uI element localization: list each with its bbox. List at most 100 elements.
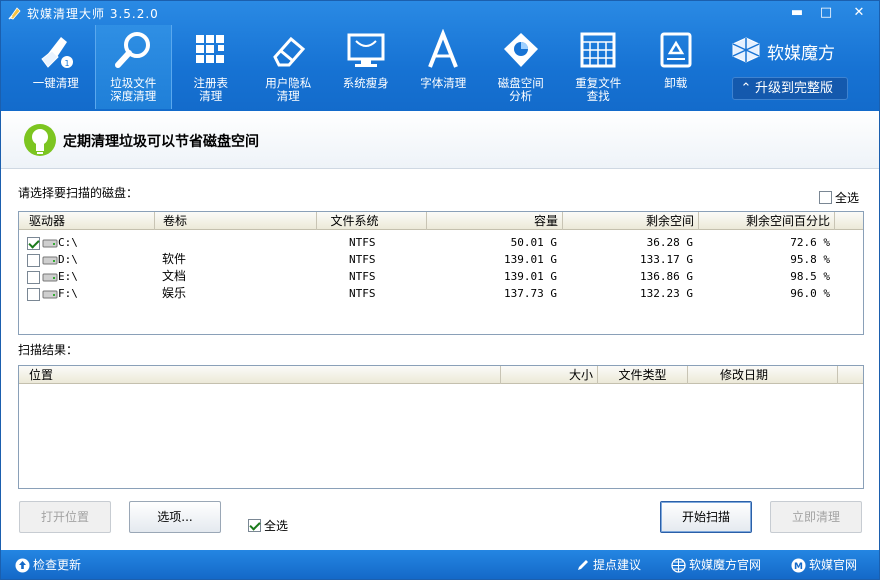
feedback-link[interactable]: 提点建议 [575, 556, 641, 573]
col-location[interactable]: 位置 [19, 366, 501, 384]
tool-label: 用户隐私 清理 [265, 76, 312, 103]
drive-cell: E:\ [58, 270, 78, 283]
open-location-button[interactable]: 打开位置 [19, 501, 111, 533]
volume-cell: 软件 [162, 252, 187, 266]
disk-row[interactable]: E:\ 文档 NTFS 139.01 G 136.86 G 98.5 % [19, 268, 863, 285]
free-cell: 36.28 G [646, 236, 693, 249]
percent-cell: 98.5 % [790, 270, 830, 283]
col-volume[interactable]: 卷标 [155, 212, 317, 230]
disk-checkbox[interactable] [27, 270, 40, 284]
app-logo-icon [8, 7, 21, 20]
eraser-icon [273, 36, 306, 67]
drive-cell: D:\ [58, 253, 78, 266]
double-up-arrow-icon: ⌃ [740, 81, 752, 96]
col-free-percent[interactable]: 剩余空间百分比 [699, 212, 835, 230]
up-arrow-circle-icon [15, 558, 30, 573]
status-bar: 检查更新 提点建议 软媒魔方官网 M 软媒官网 [1, 550, 879, 579]
fs-cell: NTFS [349, 253, 376, 266]
minimize-button[interactable]: ▬ [784, 4, 810, 22]
checkbox-box[interactable] [819, 191, 832, 204]
col-size[interactable]: 大小 [501, 366, 598, 384]
svg-text:M: M [794, 562, 803, 572]
window-title: 软媒清理大师 3.5.2.0 [27, 7, 159, 21]
result-section-label: 扫描结果： [18, 343, 79, 357]
app-window: 软媒清理大师 3.5.2.0 ▬ □ ✕ 1 一键清理 垃圾文件 深度清理 注册… [0, 0, 880, 580]
volume-cell: 娱乐 [162, 286, 187, 300]
check-update-link[interactable]: 检查更新 [15, 556, 81, 573]
lightbulb-icon [24, 124, 56, 156]
tool-label: 注册表 清理 [193, 76, 229, 103]
tool-registry-clean[interactable]: 注册表 清理 [172, 25, 250, 109]
feedback-label: 提点建议 [593, 558, 642, 572]
tool-duplicate-finder[interactable]: 重复文件 查找 [560, 25, 638, 109]
grid-window-icon [580, 32, 616, 68]
disk-table-header: 驱动器 卷标 文件系统 容量 剩余空间 剩余空间百分比 [19, 212, 863, 230]
col-filesystem[interactable]: 文件系统 [317, 212, 427, 230]
main-toolbar: 1 一键清理 垃圾文件 深度清理 注册表 清理 用户隐私 清理 系统瘦身 字体清… [17, 25, 715, 109]
tool-system-slim[interactable]: 系统瘦身 [327, 25, 405, 109]
start-scan-button[interactable]: 开始扫描 [660, 501, 752, 533]
tool-label: 磁盘空间 分析 [497, 76, 544, 103]
fs-cell: NTFS [349, 236, 376, 249]
clean-now-button[interactable]: 立即清理 [770, 501, 862, 533]
col-drive[interactable]: 驱动器 [19, 212, 155, 230]
ruanmei-site-link[interactable]: M 软媒官网 [791, 556, 857, 573]
percent-cell: 72.6 % [790, 236, 830, 249]
disk-row[interactable]: C:\ NTFS 50.01 G 36.28 G 72.6 % [19, 234, 863, 251]
tool-junk-deep-clean[interactable]: 垃圾文件 深度清理 [94, 25, 172, 109]
hard-drive-icon [42, 273, 58, 281]
mofang-site-label: 软媒魔方官网 [689, 558, 762, 572]
volume-cell: 文档 [162, 269, 187, 283]
disk-pie-icon [503, 33, 538, 67]
disk-checkbox[interactable] [27, 236, 40, 250]
capacity-cell: 137.73 G [504, 287, 557, 300]
brand-name: 软媒魔方 [767, 44, 835, 64]
col-file-type[interactable]: 文件类型 [598, 366, 688, 384]
close-button[interactable]: ✕ [846, 4, 872, 22]
scan-result-table: 位置 大小 文件类型 修改日期 [18, 365, 864, 489]
maximize-button[interactable]: □ [813, 4, 839, 22]
capacity-cell: 139.01 G [504, 253, 557, 266]
tool-one-click-clean[interactable]: 1 一键清理 [17, 25, 95, 109]
options-button[interactable]: 选项... [129, 501, 221, 533]
free-cell: 133.17 G [640, 253, 693, 266]
drive-cell: F:\ [58, 287, 78, 300]
tip-text: 定期清理垃圾可以节省磁盘空间 [63, 134, 259, 150]
disk-row[interactable]: F:\ 娱乐 NTFS 137.73 G 132.23 G 96.0 % [19, 285, 863, 302]
fs-cell: NTFS [349, 270, 376, 283]
disk-row[interactable]: D:\ 软件 NTFS 139.01 G 133.17 G 95.8 % [19, 251, 863, 268]
recycle-icon [660, 32, 692, 68]
col-capacity[interactable]: 容量 [427, 212, 563, 230]
tool-font-clean[interactable]: 字体清理 [405, 25, 483, 109]
upgrade-button[interactable]: ⌃ 升级到完整版 [732, 77, 848, 100]
free-cell: 132.23 G [640, 287, 693, 300]
tool-label: 字体清理 [420, 76, 467, 90]
free-cell: 136.86 G [640, 270, 693, 283]
col-modified-date[interactable]: 修改日期 [688, 366, 838, 384]
tool-label: 一键清理 [32, 76, 79, 90]
result-table-header: 位置 大小 文件类型 修改日期 [19, 366, 863, 384]
tool-privacy-clean[interactable]: 用户隐私 清理 [250, 25, 328, 109]
tool-uninstall[interactable]: 卸载 [637, 25, 715, 109]
checkbox-box[interactable] [248, 519, 261, 532]
tool-label: 卸载 [664, 76, 688, 90]
hard-drive-icon [42, 239, 58, 247]
ruanmei-logo-icon: M [791, 558, 806, 573]
fs-cell: NTFS [349, 287, 376, 300]
font-a-icon [428, 29, 459, 68]
tool-disk-analysis[interactable]: 磁盘空间 分析 [482, 25, 560, 109]
mofang-site-link[interactable]: 软媒魔方官网 [671, 556, 761, 573]
select-all-disks-checkbox[interactable]: 全选 [819, 189, 859, 206]
disk-checkbox[interactable] [27, 253, 40, 267]
disk-table: 驱动器 卷标 文件系统 容量 剩余空间 剩余空间百分比 C:\ NTFS 50.… [18, 211, 864, 335]
select-all-label: 全选 [264, 519, 289, 533]
check-update-label: 检查更新 [33, 558, 82, 572]
globe-icon [671, 558, 686, 573]
col-free-space[interactable]: 剩余空间 [563, 212, 699, 230]
capacity-cell: 50.01 G [510, 236, 557, 249]
svg-text:1: 1 [64, 59, 69, 68]
disk-checkbox[interactable] [27, 287, 40, 301]
top-toolbar-area: 软媒清理大师 3.5.2.0 ▬ □ ✕ 1 一键清理 垃圾文件 深度清理 注册… [1, 1, 879, 111]
select-all-results-checkbox[interactable]: 全选 [248, 517, 288, 534]
drive-cell: C:\ [58, 236, 78, 249]
